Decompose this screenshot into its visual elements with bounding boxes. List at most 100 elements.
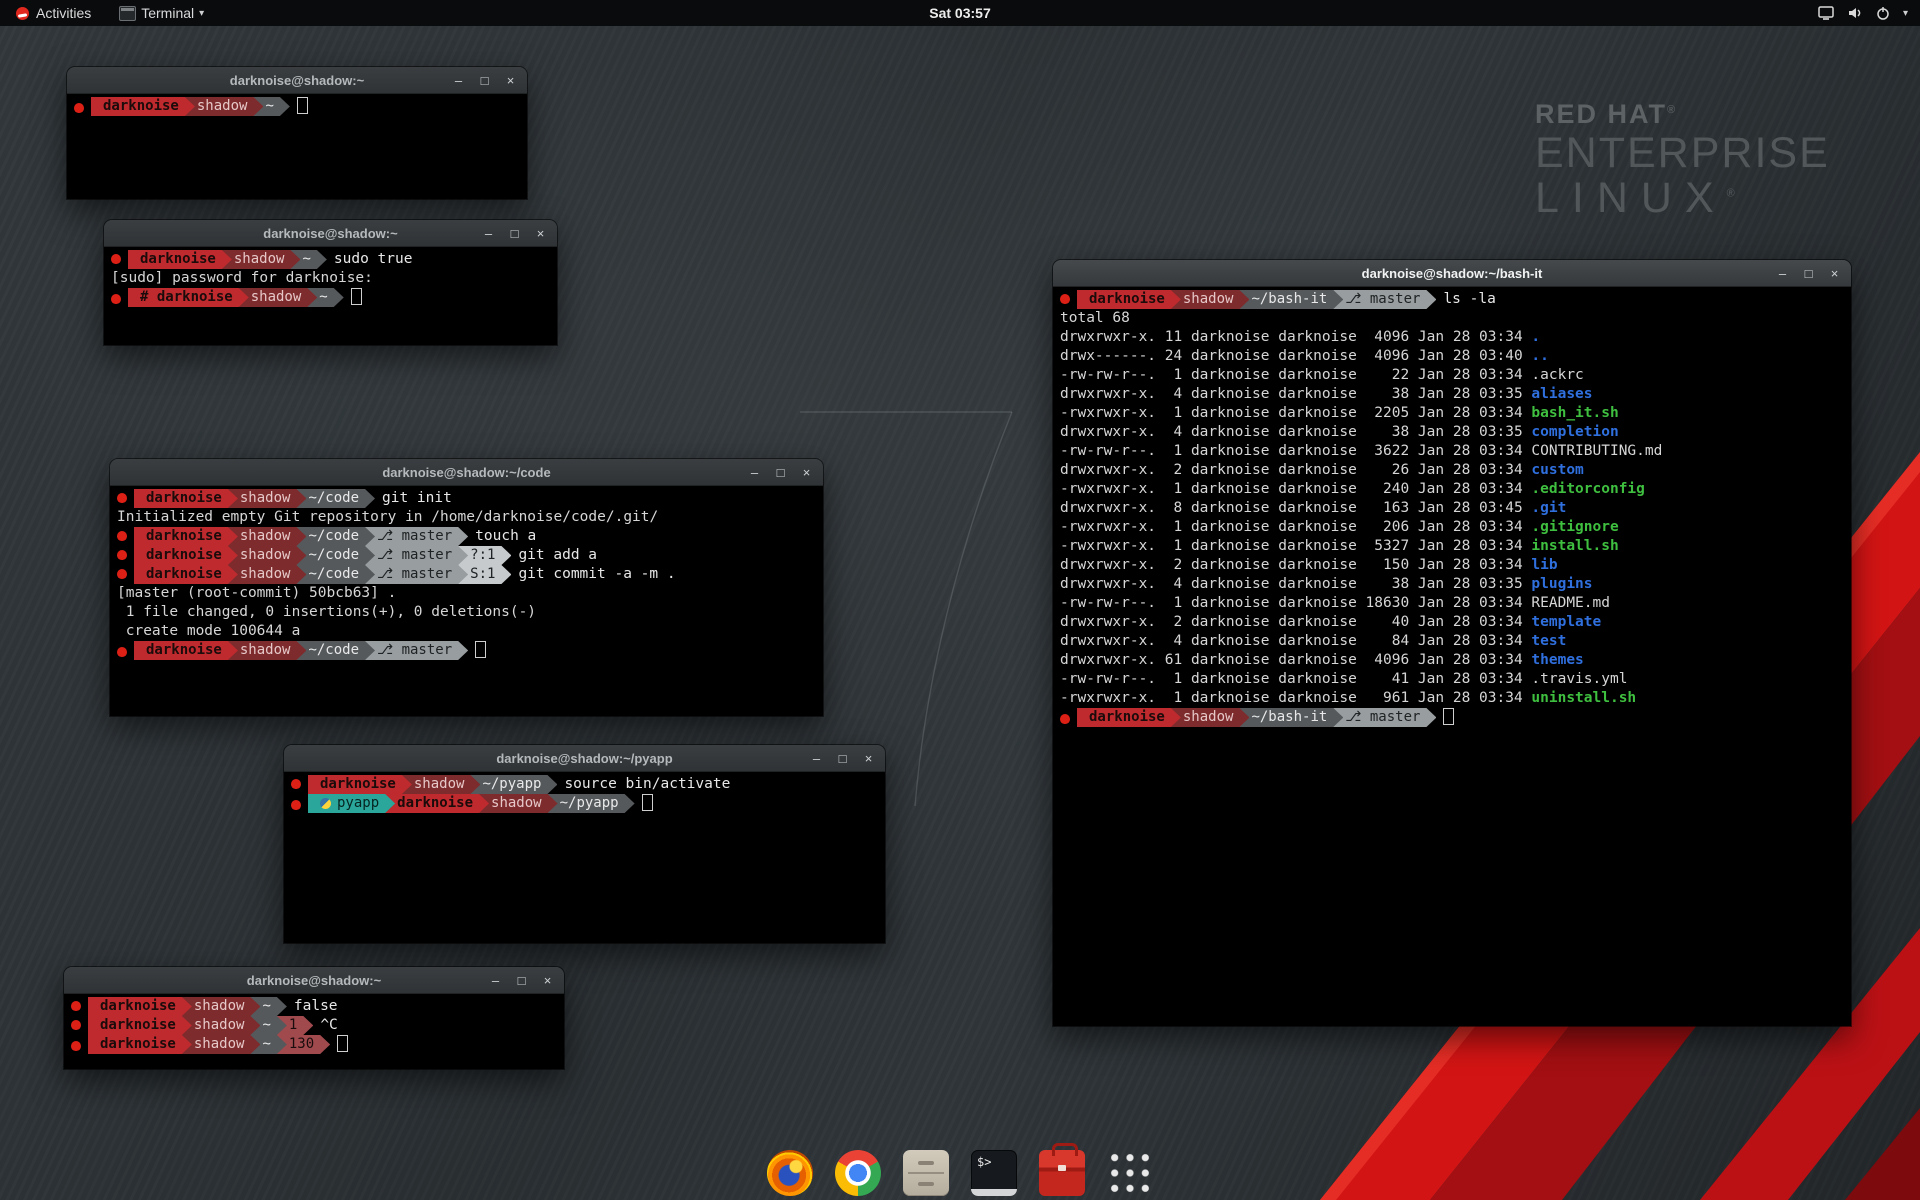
- output-line: [master (root-commit) 50bcb63] .: [115, 584, 818, 603]
- terminal-cursor: [337, 1035, 348, 1052]
- terminal-window-pyapp[interactable]: darknoise@shadow:~/pyapp –□× darknoisesh…: [284, 745, 885, 943]
- ls-line: -rw-rw-r--. 1 darknoise darknoise 18630 …: [1058, 594, 1846, 613]
- clock[interactable]: Sat 03:57: [929, 5, 990, 21]
- ls-line: drwxrwxr-x. 2 darknoise darknoise 40 Jan…: [1058, 613, 1846, 632]
- titlebar[interactable]: darknoise@shadow:~/code –□ ×: [110, 459, 823, 486]
- minimize-button[interactable]: –: [489, 974, 502, 987]
- prompt-segment-user: darknoise: [134, 565, 238, 584]
- maximize-button[interactable]: □: [1802, 267, 1815, 280]
- power-icon[interactable]: [1876, 6, 1890, 20]
- ls-line: drwxrwxr-x. 11 darknoise darknoise 4096 …: [1058, 328, 1846, 347]
- close-button[interactable]: ×: [504, 74, 517, 87]
- prompt-segment-host: shadow: [185, 97, 264, 116]
- prompt-segment-host: shadow: [228, 641, 307, 660]
- ls-meta: drwxrwxr-x. 61 darknoise darknoise 4096 …: [1060, 652, 1531, 668]
- toolbox-dock-icon[interactable]: [1039, 1150, 1085, 1196]
- minimize-button[interactable]: –: [452, 74, 465, 87]
- minimize-button[interactable]: –: [748, 466, 761, 479]
- registered-mark: ®: [1727, 188, 1748, 200]
- prompt-line: darknoiseshadow~/code⎇ mastertouch a: [115, 527, 818, 546]
- terminal-output[interactable]: darknoiseshadow~falsedarknoiseshadow~1^C…: [64, 994, 564, 1069]
- filename: .gitignore: [1531, 519, 1618, 535]
- terminal-cursor: [351, 288, 362, 305]
- terminal-output[interactable]: darknoiseshadow~sudo true[sudo] password…: [104, 247, 557, 345]
- python-icon: [320, 798, 331, 809]
- terminal-window-bash-it[interactable]: darknoise@shadow:~/bash-it –□ × darknoise…: [1053, 260, 1851, 1026]
- maximize-button[interactable]: □: [836, 752, 849, 765]
- close-button[interactable]: ×: [800, 466, 813, 479]
- window-title: darknoise@shadow:~/bash-it: [1362, 266, 1543, 281]
- ls-meta: drwxrwxr-x. 11 darknoise darknoise 4096 …: [1060, 329, 1531, 345]
- prompt-segment-path: ~/pyapp: [548, 794, 635, 813]
- terminal-output[interactable]: darknoiseshadow~/pyappsource bin/activat…: [284, 772, 885, 943]
- chrome-dock-icon[interactable]: [835, 1150, 881, 1196]
- window-title: darknoise@shadow:~/code: [382, 465, 550, 480]
- terminal-output[interactable]: darknoiseshadow~: [67, 94, 527, 199]
- minimize-button[interactable]: –: [810, 752, 823, 765]
- redhat-icon: [74, 103, 84, 113]
- titlebar[interactable]: darknoise@shadow:~/bash-it –□ ×: [1053, 260, 1851, 287]
- maximize-button[interactable]: □: [774, 466, 787, 479]
- ls-line: -rw-rw-r--. 1 darknoise darknoise 22 Jan…: [1058, 366, 1846, 385]
- prompt-segment-user: darknoise: [88, 997, 192, 1016]
- terminal-window-code[interactable]: darknoise@shadow:~/code –□× darknoisesha…: [110, 459, 823, 716]
- titlebar[interactable]: darknoise@shadow:~ –□×: [104, 220, 557, 247]
- terminal-window-sudo[interactable]: darknoise@shadow:~ –□× darknoiseshadow~s…: [104, 220, 557, 345]
- system-tray[interactable]: ▾: [1818, 6, 1908, 20]
- terminal-window-home-2[interactable]: darknoise@shadow:~ –□× darknoiseshadow~f…: [64, 967, 564, 1069]
- close-button[interactable]: ×: [862, 752, 875, 765]
- terminal-prompt-glyph: $>: [977, 1155, 991, 1169]
- filename: install.sh: [1531, 538, 1618, 554]
- ls-line: drwxrwxr-x. 61 darknoise darknoise 4096 …: [1058, 651, 1846, 670]
- redhat-icon: [117, 550, 127, 560]
- ls-line: -rwxrwxr-x. 1 darknoise darknoise 5327 J…: [1058, 537, 1846, 556]
- firefox-dock-icon[interactable]: [767, 1150, 813, 1196]
- maximize-button[interactable]: □: [515, 974, 528, 987]
- prompt-segment-git: ⎇ master: [365, 527, 468, 546]
- ls-meta: -rw-rw-r--. 1 darknoise darknoise 22 Jan…: [1060, 367, 1531, 383]
- terminal-dock-icon[interactable]: $>: [971, 1150, 1017, 1196]
- filename: completion: [1531, 424, 1618, 440]
- prompt-segment-host: shadow: [1171, 708, 1250, 727]
- close-button[interactable]: ×: [534, 227, 547, 240]
- output-line: total 68: [1058, 309, 1846, 328]
- close-button[interactable]: ×: [1828, 267, 1841, 280]
- display-icon[interactable]: [1818, 6, 1834, 20]
- titlebar[interactable]: darknoise@shadow:~ –□×: [67, 67, 527, 94]
- app-menu-terminal[interactable]: Terminal ▾: [113, 0, 210, 26]
- files-dock-icon[interactable]: [903, 1150, 949, 1196]
- maximize-button[interactable]: □: [478, 74, 491, 87]
- minimize-button[interactable]: –: [482, 227, 495, 240]
- ls-meta: -rw-rw-r--. 1 darknoise darknoise 3622 J…: [1060, 443, 1531, 459]
- ls-meta: drwxrwxr-x. 2 darknoise darknoise 26 Jan…: [1060, 462, 1531, 478]
- maximize-button[interactable]: □: [508, 227, 521, 240]
- terminal-window-home-1[interactable]: darknoise@shadow:~ –□× darknoiseshadow~: [67, 67, 527, 199]
- titlebar[interactable]: darknoise@shadow:~/pyapp –□×: [284, 745, 885, 772]
- ls-line: -rw-rw-r--. 1 darknoise darknoise 41 Jan…: [1058, 670, 1846, 689]
- ls-meta: -rwxrwxr-x. 1 darknoise darknoise 206 Ja…: [1060, 519, 1531, 535]
- ls-meta: -rwxrwxr-x. 1 darknoise darknoise 961 Ja…: [1060, 690, 1531, 706]
- terminal-output[interactable]: darknoiseshadow~/bash-it⎇ masterls -lato…: [1053, 287, 1851, 1026]
- close-button[interactable]: ×: [541, 974, 554, 987]
- prompt-segment-git: ⎇ master: [1333, 708, 1436, 727]
- ls-meta: -rwxrwxr-x. 1 darknoise darknoise 240 Ja…: [1060, 481, 1531, 497]
- app-grid-dock-icon[interactable]: [1107, 1150, 1153, 1196]
- command-text: source bin/activate: [564, 776, 730, 792]
- prompt-line: darknoiseshadow~/bash-it⎇ masterls -la: [1058, 290, 1846, 309]
- top-bar-left: Activities Terminal ▾: [0, 0, 210, 26]
- command-text: sudo true: [334, 251, 413, 267]
- minimize-button[interactable]: –: [1776, 267, 1789, 280]
- terminal-cursor: [475, 641, 486, 658]
- activities-button[interactable]: Activities: [10, 0, 97, 26]
- terminal-cursor: [642, 794, 653, 811]
- filename: template: [1531, 614, 1601, 630]
- chevron-down-icon[interactable]: ▾: [1903, 8, 1908, 19]
- output-line: Initialized empty Git repository in /hom…: [115, 508, 818, 527]
- prompt-segment-user: darknoise: [134, 546, 238, 565]
- volume-icon[interactable]: [1847, 6, 1863, 20]
- titlebar[interactable]: darknoise@shadow:~ –□×: [64, 967, 564, 994]
- filename: lib: [1531, 557, 1557, 573]
- prompt-segment-user: darknoise: [88, 1016, 192, 1035]
- terminal-output[interactable]: darknoiseshadow~/codegit initInitialized…: [110, 486, 823, 716]
- ls-line: -rwxrwxr-x. 1 darknoise darknoise 961 Ja…: [1058, 689, 1846, 708]
